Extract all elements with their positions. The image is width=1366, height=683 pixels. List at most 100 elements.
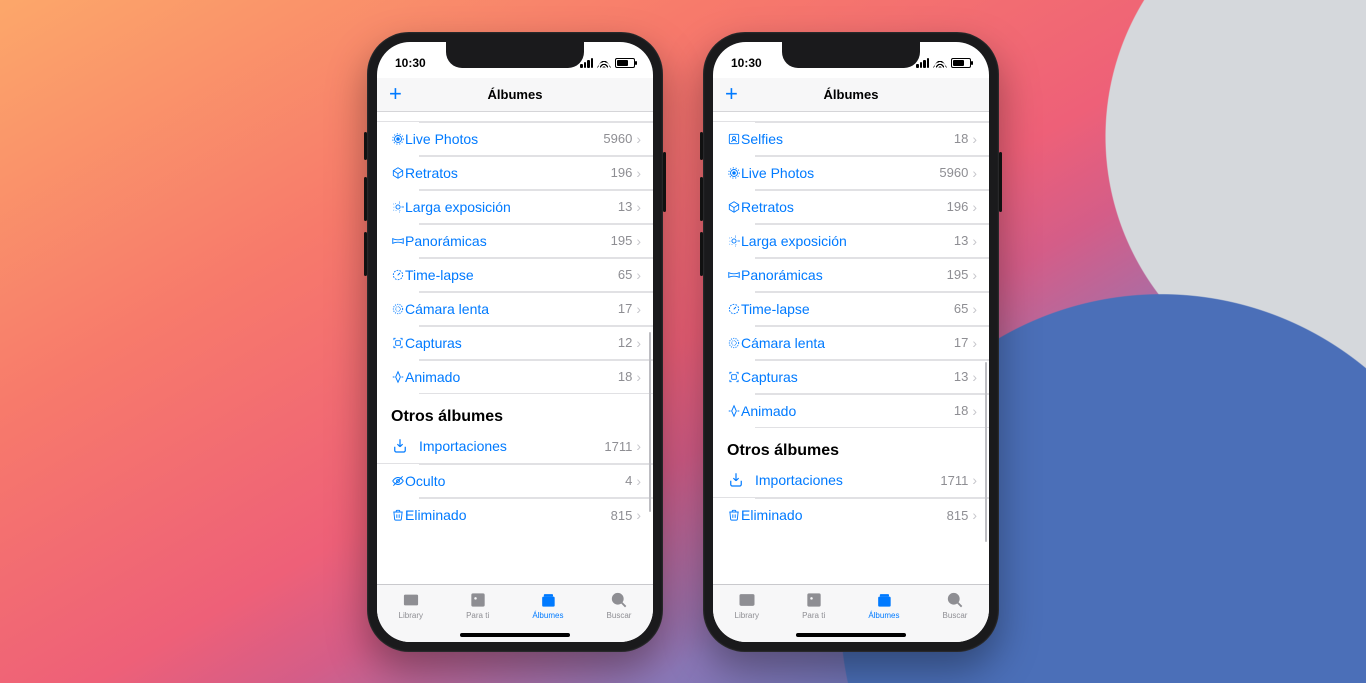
album-count: 13: [618, 199, 632, 214]
tab-search[interactable]: Buscar: [943, 590, 968, 620]
live-icon: [713, 164, 741, 182]
home-indicator[interactable]: [460, 633, 570, 637]
chevron-right-icon: ›: [636, 369, 641, 385]
chevron-right-icon: ›: [636, 507, 641, 523]
album-row-screen[interactable]: Capturas 12 ›: [419, 326, 653, 360]
wifi-icon: [597, 58, 611, 68]
album-row-longexp[interactable]: Larga exposición 13 ›: [419, 190, 653, 224]
status-time: 10:30: [731, 56, 762, 70]
album-row-trash[interactable]: Eliminado 815 ›: [755, 498, 989, 532]
album-row-portrait[interactable]: Retratos 196 ›: [755, 190, 989, 224]
chevron-right-icon: ›: [636, 131, 641, 147]
album-row-timelapse[interactable]: Time-lapse 65 ›: [755, 292, 989, 326]
tab-search[interactable]: Buscar: [607, 590, 632, 620]
album-label: Cámara lenta: [741, 335, 954, 351]
pano-icon: [713, 266, 741, 284]
album-row-import[interactable]: Importaciones 1711 ›: [377, 430, 653, 464]
album-count: 815: [947, 508, 969, 523]
longexp-icon: [713, 232, 741, 250]
chevron-right-icon: ›: [972, 335, 977, 351]
album-row-hidden[interactable]: Oculto 4 ›: [419, 464, 653, 498]
home-indicator[interactable]: [796, 633, 906, 637]
section-header-other: Otros álbumes: [713, 428, 989, 464]
album-list[interactable]: Selfies 18 › Live Photos 5960 › Retratos…: [713, 112, 989, 584]
album-count: 18: [954, 403, 968, 418]
portrait-icon: [713, 198, 741, 216]
album-label: Time-lapse: [741, 301, 954, 317]
album-row-live[interactable]: Live Photos 5960 ›: [419, 122, 653, 156]
album-row-animated[interactable]: Animado 18 ›: [419, 360, 653, 394]
screen-left: 10:30➤ + Álbumes Live Photos 5960 › Retr…: [377, 42, 653, 642]
tab-for-you[interactable]: Para ti: [466, 590, 489, 620]
album-label: Live Photos: [405, 131, 603, 147]
album-row-slomo[interactable]: Cámara lenta 17 ›: [755, 326, 989, 360]
chevron-right-icon: ›: [636, 335, 641, 351]
album-label: Eliminado: [405, 507, 611, 523]
nav-bar: + Álbumes: [713, 78, 989, 112]
hidden-icon: [377, 472, 405, 490]
screen-icon: [713, 368, 741, 386]
album-count: 65: [954, 301, 968, 316]
add-button[interactable]: +: [389, 83, 402, 105]
portrait-icon: [377, 164, 405, 182]
album-count: 13: [954, 369, 968, 384]
album-label: Capturas: [741, 369, 954, 385]
album-row-live[interactable]: Live Photos 5960 ›: [755, 156, 989, 190]
album-row-slomo[interactable]: Cámara lenta 17 ›: [419, 292, 653, 326]
album-label: Larga exposición: [405, 199, 618, 215]
tab-albums[interactable]: Álbumes: [532, 590, 563, 620]
album-row-pano[interactable]: Panorámicas 195 ›: [419, 224, 653, 258]
phone-right: 10:30➤ + Álbumes Selfies 18 › Live Photo…: [703, 32, 999, 652]
chevron-right-icon: ›: [972, 131, 977, 147]
album-label: Cámara lenta: [405, 301, 618, 317]
album-row-longexp[interactable]: Larga exposición 13 ›: [755, 224, 989, 258]
tab-albums[interactable]: Álbumes: [868, 590, 899, 620]
album-row-clipped[interactable]: [377, 112, 653, 122]
album-row-trash[interactable]: Eliminado 815 ›: [419, 498, 653, 532]
pano-icon: [377, 232, 405, 250]
album-label: Selfies: [741, 131, 954, 147]
import-icon: [391, 437, 419, 455]
album-row-clipped[interactable]: [713, 112, 989, 122]
chevron-right-icon: ›: [636, 267, 641, 283]
album-count: 65: [618, 267, 632, 282]
tab-library[interactable]: Library: [735, 590, 759, 620]
album-row-pano[interactable]: Panorámicas 195 ›: [755, 258, 989, 292]
nav-bar: + Álbumes: [377, 78, 653, 112]
scroll-indicator: [985, 362, 988, 542]
album-row-selfie[interactable]: Selfies 18 ›: [755, 122, 989, 156]
slomo-icon: [377, 300, 405, 318]
album-label: Time-lapse: [405, 267, 618, 283]
chevron-right-icon: ›: [972, 233, 977, 249]
album-row-portrait[interactable]: Retratos 196 ›: [419, 156, 653, 190]
tab-for-you[interactable]: Para ti: [802, 590, 825, 620]
chevron-right-icon: ›: [972, 267, 977, 283]
album-label: Eliminado: [741, 507, 947, 523]
album-list[interactable]: Live Photos 5960 › Retratos 196 › Larga …: [377, 112, 653, 584]
tab-library[interactable]: Library: [399, 590, 423, 620]
chevron-right-icon: ›: [636, 438, 641, 454]
album-label: Larga exposición: [741, 233, 954, 249]
album-count: 1711: [604, 439, 632, 454]
album-row-screen[interactable]: Capturas 13 ›: [755, 360, 989, 394]
album-row-timelapse[interactable]: Time-lapse 65 ›: [419, 258, 653, 292]
notch: [782, 42, 920, 68]
screen-icon: [377, 334, 405, 352]
live-icon: [377, 130, 405, 148]
scroll-indicator: [649, 332, 652, 512]
album-count: 18: [954, 131, 968, 146]
chevron-right-icon: ›: [636, 199, 641, 215]
album-label: Retratos: [741, 199, 947, 215]
album-row-animated[interactable]: Animado 18 ›: [755, 394, 989, 428]
add-button[interactable]: +: [725, 83, 738, 105]
longexp-icon: [377, 198, 405, 216]
album-count: 5960: [939, 165, 968, 180]
selfie-icon: [713, 130, 741, 148]
album-count: 5960: [603, 131, 632, 146]
album-label: Capturas: [405, 335, 618, 351]
battery-icon: [615, 58, 635, 68]
album-label: Importaciones: [419, 438, 604, 454]
album-count: 196: [611, 165, 633, 180]
album-row-import[interactable]: Importaciones 1711 ›: [713, 464, 989, 498]
battery-icon: [951, 58, 971, 68]
